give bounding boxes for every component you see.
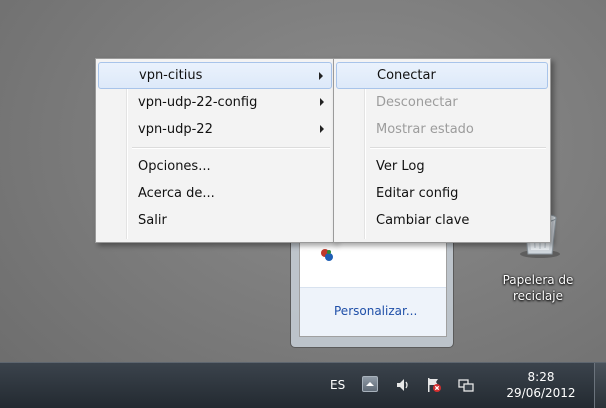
customize-link[interactable]: Personalizar... <box>334 304 417 318</box>
recycle-bin-label[interactable]: Papelera de reciclaje <box>488 272 588 304</box>
menu-item-disconnect: Desconectar <box>336 89 548 116</box>
menu-item-change-password[interactable]: Cambiar clave <box>336 207 548 234</box>
menu-item-about[interactable]: Acerca de... <box>98 180 332 207</box>
openvpn-context-menu: vpn-citius vpn-udp-22-config vpn-udp-22 … <box>95 58 335 243</box>
action-center-flag-icon[interactable] <box>426 377 442 393</box>
show-hidden-icons-button[interactable] <box>362 376 378 392</box>
menu-item-edit-config[interactable]: Editar config <box>336 180 548 207</box>
menu-item-vpn-udp-22-config[interactable]: vpn-udp-22-config <box>98 89 332 116</box>
menu-item-exit[interactable]: Salir <box>98 207 332 234</box>
volume-icon[interactable] <box>395 377 411 393</box>
submenu-arrow-icon <box>320 98 324 106</box>
notification-area-footer: Personalizar... <box>300 287 446 336</box>
menu-item-label: Conectar <box>377 68 436 83</box>
menu-item-label: Editar config <box>376 186 459 201</box>
menu-item-label: Acerca de... <box>138 186 215 201</box>
menu-item-label: Opciones... <box>138 159 211 174</box>
menu-item-label: vpn-udp-22 <box>138 122 213 137</box>
network-icon[interactable] <box>458 377 474 393</box>
menu-item-options[interactable]: Opciones... <box>98 153 332 180</box>
recycle-bin-label-line2: reciclaje <box>513 289 563 303</box>
menu-item-label: Mostrar estado <box>376 122 474 137</box>
notification-area-overflow: Personalizar... <box>290 234 454 348</box>
menu-item-vpn-udp-22[interactable]: vpn-udp-22 <box>98 116 332 143</box>
menu-item-label: vpn-udp-22-config <box>138 95 258 110</box>
menu-item-vpn-citius[interactable]: vpn-citius <box>98 62 332 89</box>
clock[interactable]: 8:28 29/06/2012 <box>498 369 584 401</box>
menu-item-show-status: Mostrar estado <box>336 116 548 143</box>
menu-separator <box>370 147 546 149</box>
submenu-arrow-icon <box>319 72 323 80</box>
show-desktop-button[interactable] <box>594 363 606 408</box>
clock-time: 8:28 <box>527 370 555 384</box>
menu-item-label: Ver Log <box>376 159 425 174</box>
menu-separator <box>132 147 330 149</box>
openvpn-tray-icon[interactable] <box>320 248 334 262</box>
recycle-bin-label-line1: Papelera de <box>502 273 574 287</box>
taskbar: ES 8:28 29/06/2012 <box>0 362 606 408</box>
menu-item-label: Cambiar clave <box>376 213 470 228</box>
menu-item-connect[interactable]: Conectar <box>336 62 548 89</box>
clock-date: 29/06/2012 <box>506 386 576 400</box>
menu-item-label: vpn-citius <box>139 68 203 83</box>
menu-item-label: Desconectar <box>376 95 458 110</box>
menu-item-label: Salir <box>138 213 167 228</box>
notification-area-panel: Personalizar... <box>299 241 447 337</box>
vpn-citius-submenu: Conectar Desconectar Mostrar estado Ver … <box>333 58 551 243</box>
submenu-arrow-icon <box>320 125 324 133</box>
menu-item-view-log[interactable]: Ver Log <box>336 153 548 180</box>
language-indicator[interactable]: ES <box>330 378 345 392</box>
